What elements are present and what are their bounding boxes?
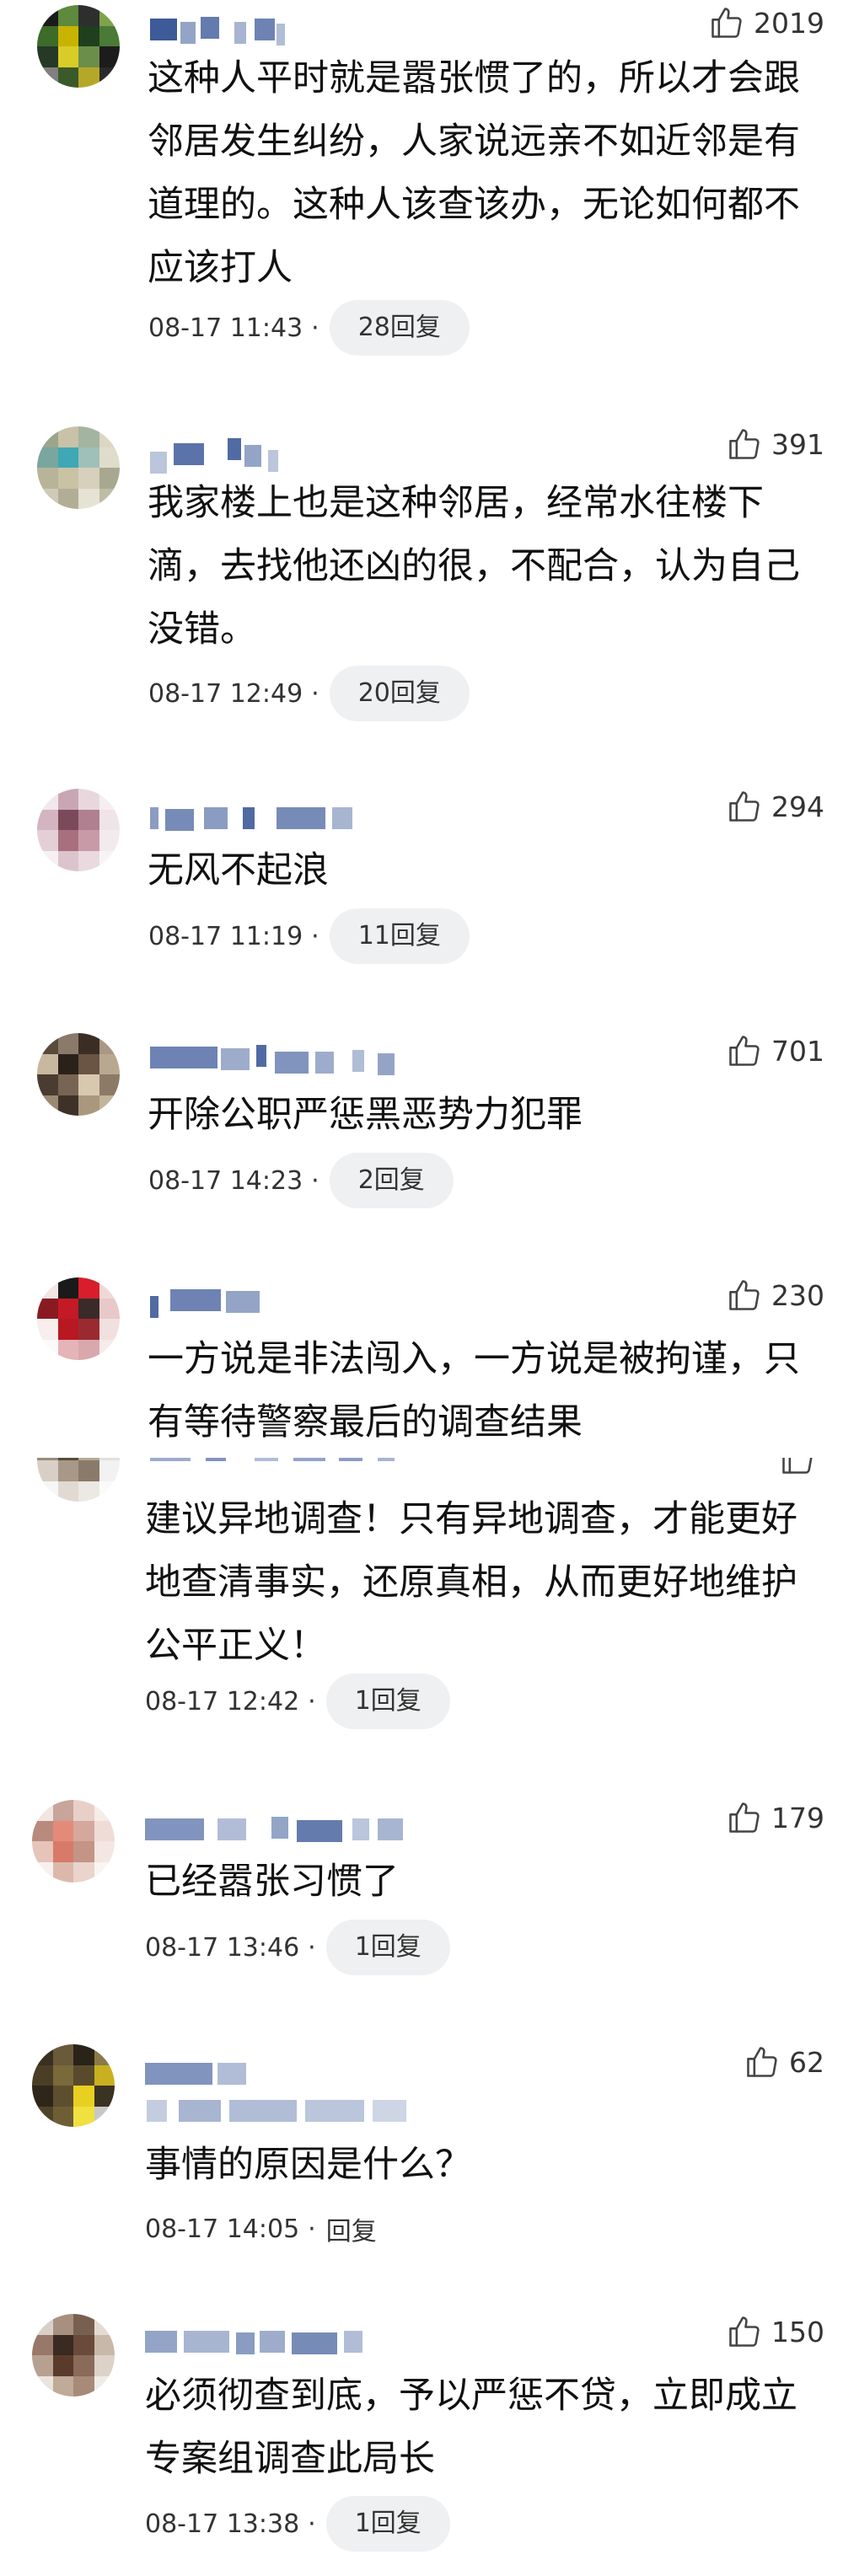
separator-dot: ·: [308, 1686, 316, 1716]
comment-meta: 08-17 12:42 · 1回复: [145, 1674, 450, 1729]
reply-button[interactable]: 1回复: [325, 2496, 450, 2552]
comment-text: 无风不起浪: [148, 849, 329, 892]
thumbs-up-icon: [726, 1277, 763, 1314]
comment-item: 建议异地调查！只有异地调查，才能更好地查清事实，还原真相，从而更好地维护公平正义…: [0, 1458, 843, 1753]
comment-text: 我家楼上也是这种邻居，经常水往楼下滴，去找他还凶的很，不配合，认为自己没错。: [148, 482, 800, 651]
like-button[interactable]: 179: [726, 1797, 824, 1839]
like-count: 230: [771, 1278, 824, 1312]
like-button[interactable]: 391: [726, 423, 824, 465]
comment-time: 08-17 13:38: [145, 2509, 300, 2539]
comment-time: 08-17 12:49: [148, 678, 303, 709]
comment-meta: 08-17 13:38 · 1回复: [145, 2496, 450, 2552]
comment-time: 08-17 11:19: [148, 921, 303, 951]
comment-item: 294 无风不起浪 08-17 11:19 · 11回复: [0, 784, 843, 969]
avatar[interactable]: [37, 1033, 120, 1116]
avatar[interactable]: [32, 2314, 115, 2397]
comment-time: 08-17 12:42: [145, 1686, 300, 1716]
like-count: 2019: [754, 6, 824, 40]
separator-dot: ·: [308, 2214, 316, 2244]
thumbs-up-icon: [726, 1799, 763, 1836]
username-blurred[interactable]: [150, 794, 622, 844]
comment-meta: 08-17 14:23 · 2回复: [148, 1153, 454, 1208]
reply-button[interactable]: 2回复: [329, 1153, 454, 1208]
comment-text: 一方说是非法闯入，一方说是被拘谨，只有等待警察最后的调查结果: [148, 1338, 800, 1443]
comment-text: 必须彻查到底，予以严惩不贷，立即成立专案组调查此局长: [145, 2375, 797, 2480]
username-blurred[interactable]: [145, 2049, 617, 2122]
separator-dot: ·: [308, 1932, 316, 1963]
comment-meta: 08-17 14:05 · 回复: [145, 2201, 377, 2257]
comment-time: 08-17 14:05: [145, 2214, 300, 2244]
avatar[interactable]: [37, 789, 120, 871]
reply-button[interactable]: 1回复: [325, 1674, 450, 1729]
comment-list: 2019 这种人平时就是嚣张惯了的，所以才会跟邻居发生纠纷，人家说远亲不如近邻是…: [0, 0, 843, 2576]
like-button[interactable]: 150: [726, 2311, 824, 2353]
separator-dot: ·: [311, 1165, 319, 1196]
comment-meta: 08-17 11:43 · 28回复: [148, 300, 470, 356]
thumbs-up-icon: [726, 788, 763, 825]
separator-dot: ·: [311, 313, 319, 343]
like-count: 294: [771, 790, 824, 823]
avatar[interactable]: [37, 1458, 120, 1502]
like-count: 150: [771, 2315, 824, 2348]
like-button[interactable]: 230: [726, 1274, 824, 1316]
avatar[interactable]: [32, 2044, 115, 2127]
username-blurred[interactable]: [150, 1458, 622, 1478]
comment-item: 150 必须彻查到底，予以严惩不贷，立即成立专案组调查此局长 08-17 13:…: [0, 2309, 843, 2576]
avatar[interactable]: [37, 1277, 120, 1360]
comment-text: 开除公职严惩黑恶势力犯罪: [148, 1094, 583, 1136]
comment-meta: 08-17 11:19 · 11回复: [148, 908, 470, 964]
comment-item: 701 开除公职严惩黑恶势力犯罪 08-17 14:23 · 2回复: [0, 1028, 843, 1222]
comment-item: 230 一方说是非法闯入，一方说是被拘谨，只有等待警察最后的调查结果: [0, 1272, 843, 1458]
separator-dot: ·: [311, 921, 319, 951]
username-blurred[interactable]: [145, 1805, 617, 1856]
comment-time: 08-17 14:23: [148, 1165, 303, 1196]
username-blurred[interactable]: [150, 1283, 622, 1333]
thumbs-up-icon: [726, 1032, 763, 1069]
comment-time: 08-17 11:43: [148, 313, 303, 343]
comment-meta: 08-17 12:49 · 20回复: [148, 666, 470, 721]
comment-meta: 08-17 13:46 · 1回复: [145, 1920, 450, 1975]
separator-dot: ·: [308, 2509, 316, 2539]
thumbs-up-icon: [744, 2043, 781, 2081]
comment-text: 已经嚣张习惯了: [145, 1861, 399, 1903]
like-button[interactable]: 294: [726, 785, 824, 827]
like-count: 62: [789, 2045, 824, 2079]
username-blurred[interactable]: [145, 2319, 617, 2370]
reply-button[interactable]: 回复: [326, 2210, 377, 2247]
reply-button[interactable]: 28回复: [329, 300, 470, 356]
thumbs-up-icon: [726, 426, 763, 463]
comment-item: 391 我家楼上也是这种邻居，经常水往楼下滴，去找他还凶的很，不配合，认为自己没…: [0, 421, 843, 725]
like-button[interactable]: 701: [726, 1030, 824, 1072]
like-button[interactable]: 2019: [708, 2, 824, 44]
thumbs-up-icon: [779, 1458, 816, 1477]
like-button[interactable]: [779, 1458, 824, 1480]
like-count: 701: [771, 1034, 824, 1068]
username-blurred[interactable]: [150, 1038, 622, 1089]
reply-button[interactable]: 20回复: [329, 666, 470, 721]
separator-dot: ·: [311, 678, 319, 709]
reply-button[interactable]: 11回复: [329, 908, 470, 964]
avatar[interactable]: [37, 5, 120, 88]
comment-text: 事情的原因是什么？: [145, 2144, 471, 2186]
like-button[interactable]: 62: [744, 2041, 824, 2083]
thumbs-up-icon: [726, 2313, 763, 2350]
reply-button[interactable]: 1回复: [325, 1920, 450, 1975]
comment-item: 62 事情的原因是什么？ 08-17 14:05 · 回复: [0, 2039, 843, 2258]
comment-text: 建议异地调查！只有异地调查，才能更好地查清事实，还原真相，从而更好地维护公平正义…: [145, 1498, 797, 1667]
comment-text: 这种人平时就是嚣张惯了的，所以才会跟邻居发生纠纷，人家说远亲不如近邻是有道理的。…: [148, 57, 800, 289]
comment-item: 2019 这种人平时就是嚣张惯了的，所以才会跟邻居发生纠纷，人家说远亲不如近邻是…: [0, 0, 843, 388]
comment-time: 08-17 13:46: [145, 1932, 300, 1963]
thumbs-up-icon: [708, 4, 745, 41]
avatar[interactable]: [32, 1800, 115, 1882]
comment-item: 179 已经嚣张习惯了 08-17 13:46 · 1回复: [0, 1795, 843, 1989]
avatar[interactable]: [37, 426, 120, 509]
like-count: 179: [771, 1801, 824, 1834]
like-count: 391: [771, 427, 824, 461]
